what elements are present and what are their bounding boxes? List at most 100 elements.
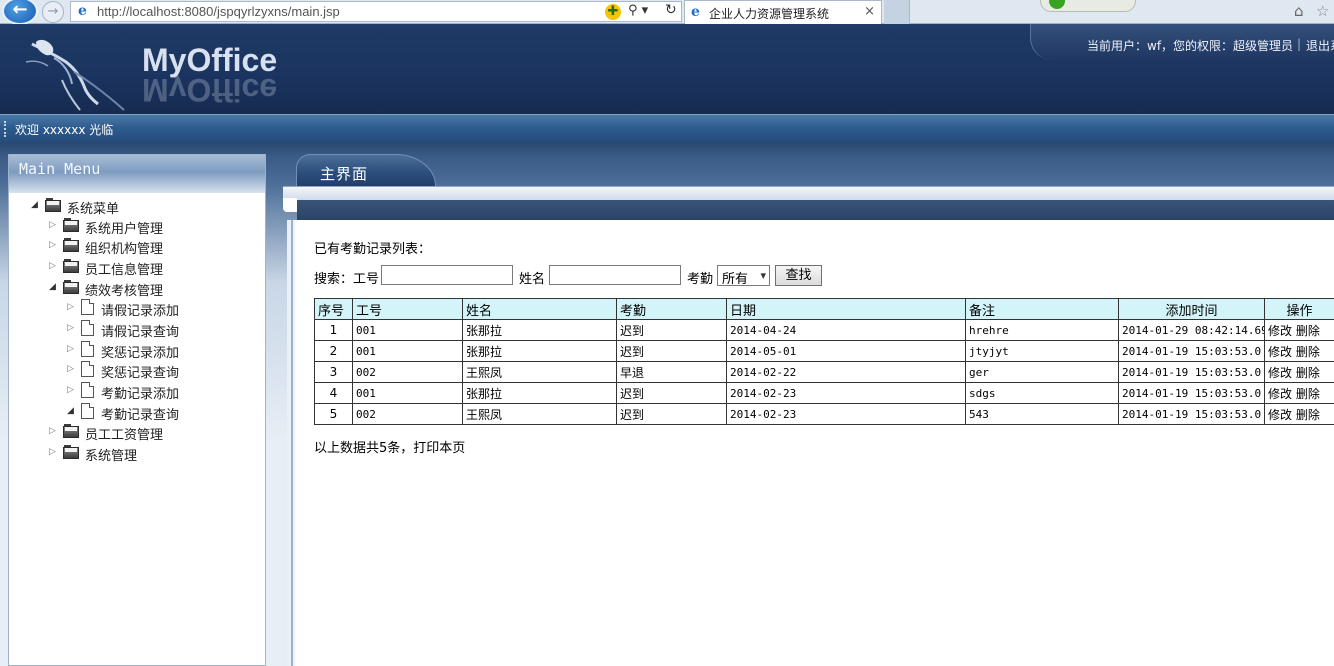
- cell-actions: 修改 删除: [1264, 382, 1334, 404]
- main-panel-notch: [283, 198, 297, 212]
- cell-actions: 修改 删除: [1264, 319, 1334, 341]
- collapsed-arrow-icon[interactable]: ▷: [49, 261, 59, 271]
- edit-link[interactable]: 修改: [1268, 408, 1292, 422]
- expanded-arrow-icon[interactable]: ◢: [49, 282, 59, 292]
- edit-link[interactable]: 修改: [1268, 387, 1292, 401]
- sidebar-item-label: 奖惩记录查询: [101, 366, 180, 381]
- back-button[interactable]: ←: [2, 0, 38, 25]
- cell-note: hrehre: [965, 319, 1119, 341]
- search-attendance-label: 考勤: [687, 272, 714, 287]
- collapsed-arrow-icon[interactable]: ▷: [67, 385, 77, 395]
- cell-name: 王熙凤: [462, 403, 617, 425]
- notification-widget[interactable]: [1040, 0, 1136, 12]
- sidebar-item-label: 员工工资管理: [85, 428, 164, 443]
- tab-main[interactable]: 主界面: [296, 154, 436, 186]
- cell-no: 2: [314, 340, 353, 362]
- cell-no: 5: [314, 403, 353, 425]
- edit-link[interactable]: 修改: [1268, 345, 1292, 359]
- folder-icon: [63, 218, 79, 232]
- folder-icon: [63, 259, 79, 273]
- table-header-row: 序号 工号 姓名 考勤 日期 备注 添加时间 操作: [314, 298, 1334, 320]
- edit-link[interactable]: 修改: [1268, 324, 1292, 338]
- table-row: 3 002 王熙凤 早退 2014-02-22 ger 2014-01-19 1…: [314, 361, 1334, 383]
- sidebar-item-label: 绩效考核管理: [85, 284, 164, 299]
- current-user-info: 当前用户：wf，您的权限：超级管理员: [1087, 39, 1294, 53]
- cell-date: 2014-04-24: [726, 319, 966, 341]
- delete-link[interactable]: 删除: [1296, 408, 1320, 422]
- expanded-arrow-icon[interactable]: ◢: [67, 406, 77, 416]
- refresh-icon[interactable]: ↻: [665, 2, 677, 18]
- tab-title: 企业人力资源管理系统: [709, 7, 830, 21]
- separator: |: [1297, 37, 1302, 51]
- cell-actions: 修改 删除: [1264, 403, 1334, 425]
- delete-link[interactable]: 删除: [1296, 366, 1320, 380]
- column-header-date: 日期: [726, 298, 966, 320]
- logo-figure-icon: [25, 39, 125, 111]
- collapsed-arrow-icon[interactable]: ▷: [49, 447, 59, 457]
- edit-link[interactable]: 修改: [1268, 366, 1292, 380]
- browser-toolbar: ← → e http://localhost:8080/jspqyrlzyxns…: [0, 0, 1334, 25]
- cell-added-time: 2014-01-19 15:03:53.0: [1118, 403, 1265, 425]
- sidebar-title: Main Menu: [19, 160, 101, 178]
- search-form: 搜索：工号： 姓名 考勤 所有 ▾ 查找: [314, 265, 834, 287]
- collapsed-arrow-icon[interactable]: ▷: [67, 364, 77, 374]
- employee-id-input[interactable]: [381, 265, 513, 285]
- cell-note: jtyjyt: [965, 340, 1119, 362]
- expanded-arrow-icon[interactable]: ◢: [31, 200, 41, 210]
- close-tab-icon[interactable]: ×: [864, 4, 875, 19]
- delete-link[interactable]: 删除: [1296, 324, 1320, 338]
- compatibility-icon[interactable]: ✚: [605, 4, 621, 20]
- logout-link[interactable]: 退出系: [1306, 37, 1334, 54]
- home-icon[interactable]: ⌂: [1294, 2, 1304, 20]
- document-icon: [81, 403, 94, 419]
- main-content-border: [291, 220, 293, 666]
- delete-link[interactable]: 删除: [1296, 345, 1320, 359]
- sidebar-item-label: 组织机构管理: [85, 242, 164, 257]
- collapsed-arrow-icon[interactable]: ▷: [49, 426, 59, 436]
- sidebar-item-label: 考勤记录查询: [101, 408, 180, 423]
- document-icon: [81, 299, 94, 315]
- address-bar[interactable]: e http://localhost:8080/jspqyrlzyxns/mai…: [70, 1, 682, 22]
- document-icon: [81, 341, 94, 357]
- collapsed-arrow-icon[interactable]: ▷: [49, 220, 59, 230]
- column-header-note: 备注: [965, 298, 1119, 320]
- delete-link[interactable]: 删除: [1296, 387, 1320, 401]
- cell-date: 2014-02-23: [726, 403, 966, 425]
- cell-date: 2014-02-23: [726, 382, 966, 404]
- cell-added-time: 2014-01-19 15:03:53.0: [1118, 382, 1265, 404]
- chevron-down-icon: ▾: [760, 269, 766, 282]
- attendance-table: 序号 工号 姓名 考勤 日期 备注 添加时间 操作 1 001 张那拉 迟到 2…: [314, 298, 1334, 425]
- tab-main-label: 主界面: [320, 165, 369, 183]
- cell-id: 001: [352, 382, 463, 404]
- search-name-label: 姓名: [519, 272, 546, 287]
- search-button[interactable]: 查找: [775, 265, 822, 286]
- document-icon: [81, 382, 94, 398]
- cell-no: 1: [314, 319, 353, 341]
- sidebar-item-label: 系统管理: [85, 449, 138, 464]
- employee-name-input[interactable]: [549, 265, 681, 285]
- attendance-select[interactable]: 所有 ▾: [717, 265, 770, 287]
- cell-added-time: 2014-01-19 15:03:53.0: [1118, 361, 1265, 383]
- folder-icon: [63, 238, 79, 252]
- logo-reflection: MyOffice: [142, 74, 278, 108]
- forward-button[interactable]: →: [42, 1, 64, 23]
- column-header-name: 姓名: [462, 298, 617, 320]
- cell-note: ger: [965, 361, 1119, 383]
- status-dot-icon: [1049, 0, 1065, 9]
- sidebar-item-label: 考勤记录添加: [101, 387, 180, 402]
- sidebar-item-label: 请假记录添加: [101, 304, 180, 319]
- user-panel: 当前用户：wf，您的权限：超级管理员 | 退出系: [1030, 24, 1334, 60]
- browser-tab[interactable]: e 企业人力资源管理系统 ×: [684, 0, 882, 24]
- cell-id: 002: [352, 361, 463, 383]
- collapsed-arrow-icon[interactable]: ▷: [67, 302, 77, 312]
- favorites-star-icon[interactable]: ☆: [1316, 2, 1329, 20]
- collapsed-arrow-icon[interactable]: ▷: [67, 344, 77, 354]
- collapsed-arrow-icon[interactable]: ▷: [49, 240, 59, 250]
- cell-name: 张那拉: [462, 319, 617, 341]
- collapsed-arrow-icon[interactable]: ▷: [67, 323, 77, 333]
- ie-page-icon: e: [78, 3, 87, 19]
- new-tab-button[interactable]: [884, 0, 910, 24]
- search-dropdown-icon[interactable]: ⚲ ▾: [628, 3, 648, 18]
- sidebar-header: Main Menu: [9, 155, 265, 193]
- column-header-added-time: 添加时间: [1118, 298, 1265, 320]
